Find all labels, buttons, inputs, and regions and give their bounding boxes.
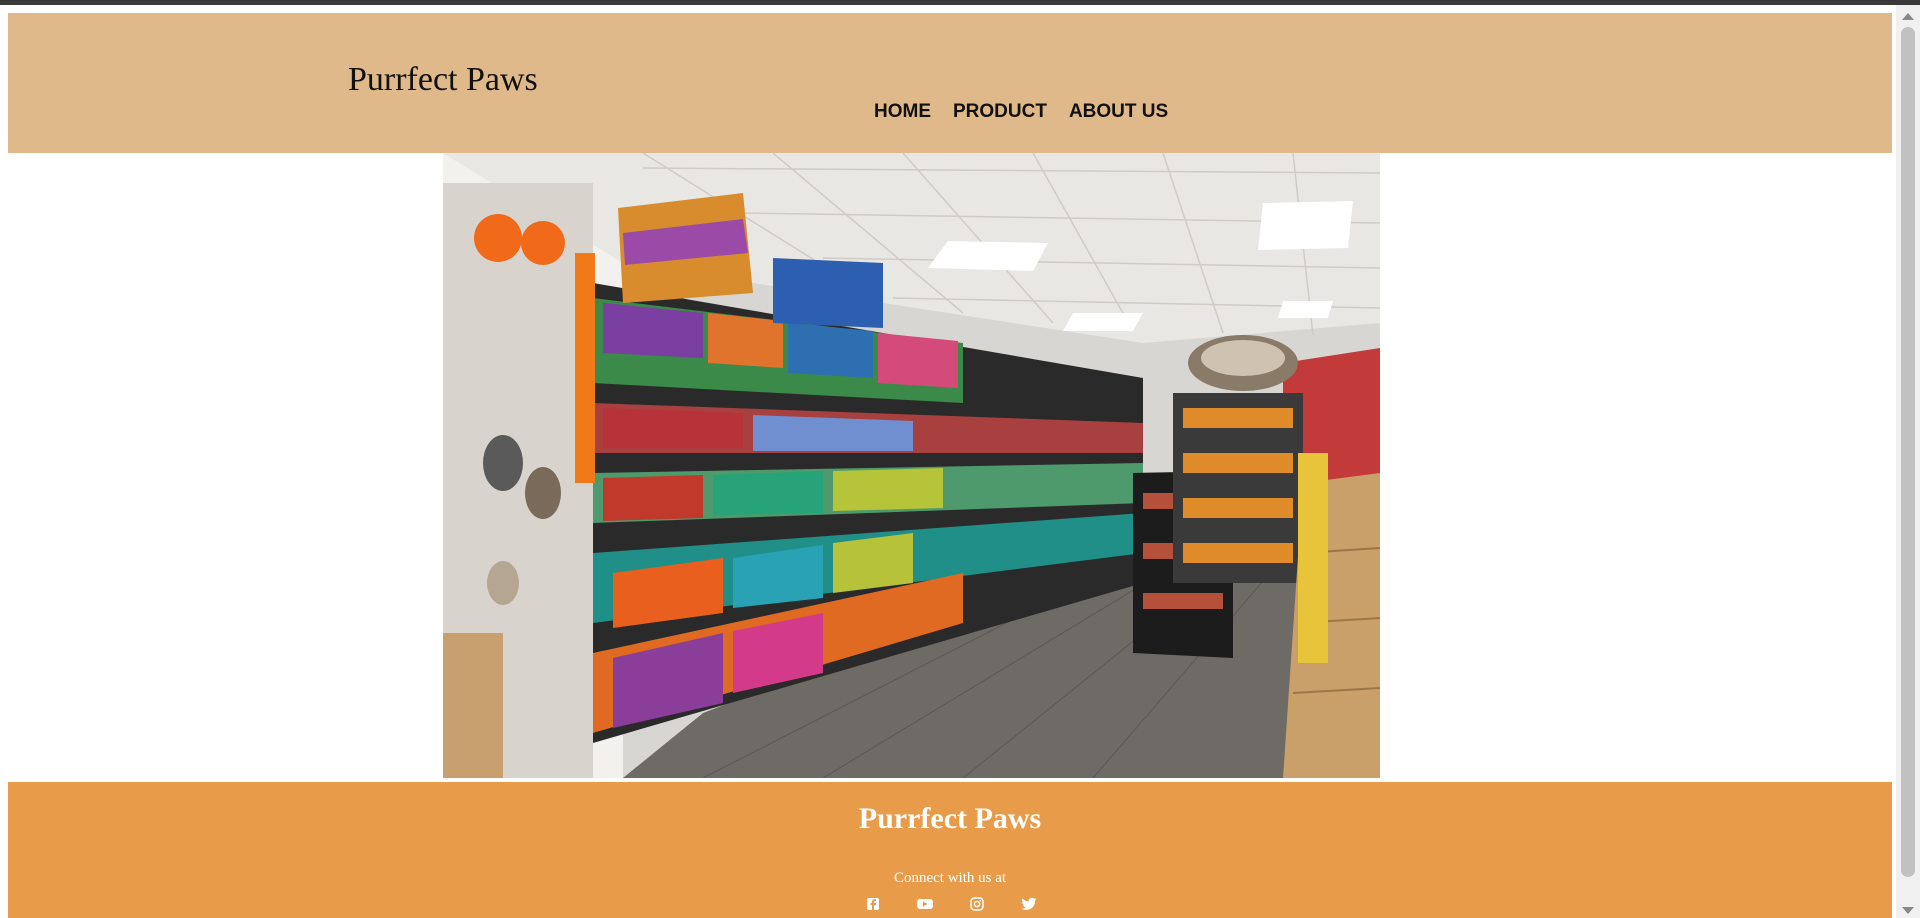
twitter-icon[interactable] [1021, 897, 1037, 911]
instagram-icon[interactable] [969, 897, 985, 911]
browser-top-border [0, 0, 1920, 5]
footer-brand: Purrfect Paws [858, 802, 1042, 835]
nav-home-link[interactable]: HOME [874, 101, 931, 123]
main-nav: HOME PRODUCT ABOUT US [874, 101, 1190, 123]
scroll-up-arrow-icon[interactable] [1902, 13, 1914, 20]
scroll-down-arrow-icon[interactable] [1902, 907, 1914, 914]
nav-product-link[interactable]: PRODUCT [953, 101, 1047, 123]
nav-about-link[interactable]: ABOUT US [1069, 101, 1168, 123]
social-links [865, 897, 1073, 911]
site-header: Purrfect Paws HOME PRODUCT ABOUT US [8, 13, 1892, 153]
scrollbar-thumb[interactable] [1901, 27, 1915, 877]
hero-image [443, 153, 1380, 778]
connect-text: Connect with us at [893, 870, 1007, 886]
vertical-scrollbar[interactable] [1896, 5, 1920, 918]
site-brand[interactable]: Purrfect Paws [348, 61, 538, 99]
facebook-icon[interactable] [865, 897, 881, 911]
youtube-icon[interactable] [917, 897, 933, 911]
site-footer: Purrfect Paws Connect with us at [8, 782, 1892, 918]
